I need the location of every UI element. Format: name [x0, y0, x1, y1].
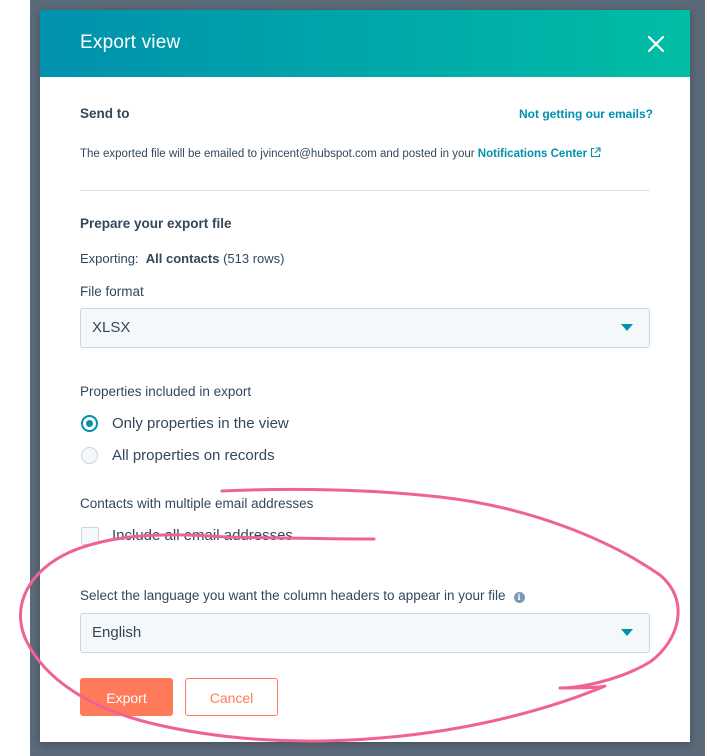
radio-label: All properties on records	[112, 447, 275, 464]
radio-button-checked[interactable]	[81, 415, 98, 432]
notifications-center-link[interactable]: Notifications Center	[478, 148, 587, 160]
exporting-summary: Exporting: All contacts (513 rows)	[80, 251, 285, 266]
multi-email-label: Contacts with multiple email addresses	[80, 496, 314, 511]
language-label: Select the language you want the column …	[80, 588, 525, 603]
exporting-prefix: Exporting:	[80, 251, 139, 266]
caret-down-icon	[621, 629, 633, 636]
caret-down-icon	[621, 324, 633, 331]
send-to-info: The exported file will be emailed to jvi…	[80, 147, 601, 161]
info-icon[interactable]: i	[513, 592, 525, 603]
dialog-header: Export view	[40, 10, 690, 77]
radio-button[interactable]	[81, 447, 98, 464]
exporting-value: All contacts	[145, 251, 220, 266]
radio-label: Only properties in the view	[112, 415, 289, 432]
close-button[interactable]	[644, 32, 668, 56]
cancel-button[interactable]: Cancel	[185, 678, 278, 716]
file-format-value: XLSX	[92, 319, 131, 336]
radio-all-record-properties[interactable]: All properties on records	[80, 446, 340, 468]
prepare-export-label: Prepare your export file	[80, 216, 232, 231]
language-value: English	[92, 624, 142, 641]
language-label-text: Select the language you want the column …	[80, 588, 506, 603]
close-icon	[647, 35, 665, 53]
send-to-label: Send to	[80, 106, 130, 121]
exporting-rows: (513 rows)	[223, 251, 285, 266]
section-divider	[80, 190, 650, 191]
checkbox-label: Include all email addresses	[112, 527, 293, 544]
file-format-label: File format	[80, 284, 144, 299]
include-all-emails-option[interactable]: Include all email addresses	[80, 526, 340, 548]
dialog-title: Export view	[80, 32, 181, 53]
export-view-dialog: Export view Send to Not getting our emai…	[40, 10, 690, 742]
include-all-emails-checkbox[interactable]	[81, 527, 99, 545]
language-select[interactable]: English	[80, 613, 650, 653]
external-link-icon	[590, 147, 601, 161]
send-to-info-text: The exported file will be emailed to jvi…	[80, 148, 478, 160]
file-format-select[interactable]: XLSX	[80, 308, 650, 348]
radio-only-view-properties[interactable]: Only properties in the view	[80, 414, 340, 436]
export-button[interactable]: Export	[80, 678, 173, 716]
not-getting-emails-link[interactable]: Not getting our emails?	[519, 107, 653, 121]
properties-label: Properties included in export	[80, 384, 252, 399]
